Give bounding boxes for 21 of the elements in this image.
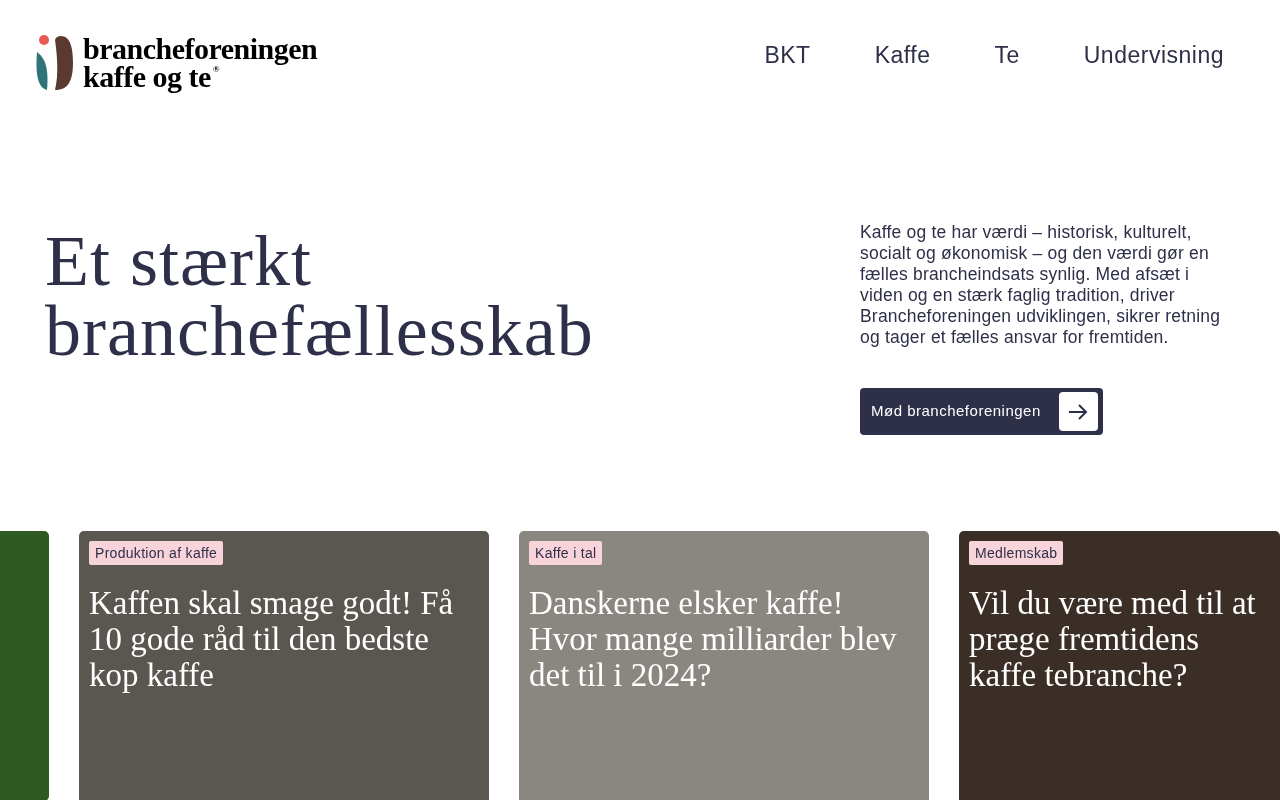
category-tag: Medlemskab — [969, 541, 1064, 565]
article-card[interactable]: Medlemskab Vil du være med til at præge fremtidens kaffe tebranche? — [959, 531, 1280, 800]
nav-link[interactable]: Te — [994, 38, 1020, 73]
logo-text: brancheforeningen — [83, 35, 318, 63]
registered-mark: ® — [212, 64, 220, 75]
nav-link[interactable]: Undervisning — [1083, 38, 1224, 73]
article-card[interactable]: Produktion af kaffe Kaffen skal smage godt! Få 10 gode råd til den bedste kop kaffe — [79, 531, 489, 800]
article-title: Vil du være med til at præge fremtidens kaffe tebranche? — [969, 585, 1257, 693]
nav-link[interactable]: BKT — [764, 38, 811, 73]
arrow-right-icon — [1058, 392, 1098, 431]
leaf-bean-logo-icon — [35, 34, 73, 92]
hero-heading: Et stærkt branchefællesskab — [45, 222, 595, 373]
category-tag: Kaffe i tal — [529, 541, 603, 565]
article-card[interactable]: Kaffe i tal Danskerne elsker kaffe! Hvor mange milliarder blev det til i 2024? — [519, 531, 929, 800]
category-tag: Produktion af kaffe — [89, 541, 224, 565]
article-title: Danskerne elsker kaffe! Hvor mange milliarder blev det til i 2024? — [529, 585, 898, 693]
article-title: Kaffen skal smage godt! Få 10 gode råd til den bedste kop kaffe — [89, 585, 455, 693]
nav-link[interactable]: Kaffe — [874, 38, 931, 73]
meet-association-button[interactable]: Mød brancheforeningen — [860, 388, 1103, 435]
hero-text: Kaffe og te har værdi – historisk, kulturelt, socialt og økonomisk – og den værdi gør en fælles brancheindsats synlig. Med afsæt i viden og en stærk faglig tradition, driver Brancheforeningen udviklingen, sikrer retning og tager et fælles ansvar for fremtiden. — [860, 222, 1222, 348]
logo-text: kaffe og te — [83, 63, 211, 91]
